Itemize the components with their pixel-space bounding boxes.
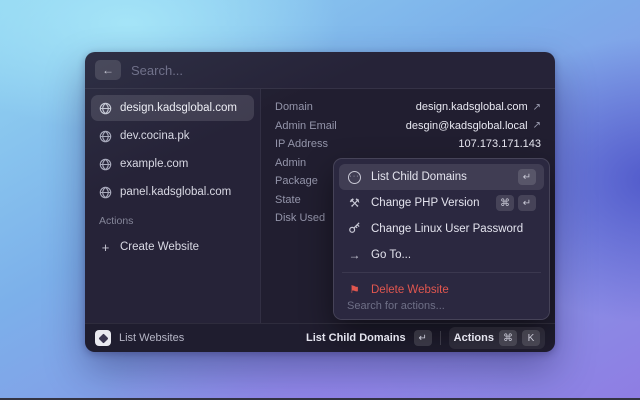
website-list: design.kadsglobal.com dev.cocina.pk exam…: [85, 89, 261, 323]
launcher-window: ← design.kadsglobal.com dev.cocina: [85, 52, 555, 352]
external-link-icon: ↗: [533, 102, 541, 113]
action-item-label: Delete Website: [371, 284, 536, 293]
action-item-label: Change PHP Version: [371, 197, 487, 209]
detail-row: IP Address 107.173.171.143: [275, 135, 541, 154]
detail-row: Domain design.kadsglobal.com ↗: [275, 98, 541, 117]
back-arrow-icon: ←: [102, 63, 114, 77]
list-item-website[interactable]: panel.kadsglobal.com: [91, 179, 254, 205]
globe-icon: [99, 130, 112, 143]
tools-icon: ⚒: [347, 196, 362, 210]
actions-popover-list: ··· List Child Domains ↵ ⚒ Change PHP Ve…: [334, 159, 549, 293]
detail-label: Admin Email: [275, 120, 337, 132]
search-input[interactable]: [131, 63, 545, 78]
cmd-key-badge: ⌘: [499, 330, 517, 346]
command-name: List Websites: [119, 332, 184, 344]
actions-popover: ··· List Child Domains ↵ ⚒ Change PHP Ve…: [333, 158, 550, 320]
enter-key-badge: ↵: [414, 330, 432, 346]
detail-value: design.kadsglobal.com: [416, 101, 528, 113]
action-item-label: Change Linux User Password: [371, 223, 536, 235]
detail-label: Package: [275, 175, 318, 187]
actions-menu-label: Actions: [454, 332, 494, 344]
menu-divider: [342, 272, 541, 273]
action-item-delete-website[interactable]: ⚑ Delete Website: [339, 277, 544, 293]
action-item-change-linux-user-password[interactable]: Change Linux User Password: [339, 216, 544, 242]
enter-key-badge: ↵: [518, 195, 536, 211]
plus-icon: +: [99, 240, 112, 255]
actions-section-label: Actions: [99, 215, 246, 227]
external-link-icon: ↗: [533, 120, 541, 131]
globe-icon: [99, 158, 112, 171]
cmd-key-badge: ⌘: [496, 195, 514, 211]
arrow-right-icon: →: [347, 248, 362, 262]
list-item-label: example.com: [120, 158, 188, 170]
k-key-badge: K: [522, 330, 540, 346]
list-item-label: design.kadsglobal.com: [120, 102, 237, 114]
detail-label: IP Address: [275, 138, 328, 150]
create-website-item[interactable]: + Create Website: [91, 234, 254, 260]
actions-search-input[interactable]: [347, 300, 536, 312]
back-button[interactable]: ←: [95, 60, 121, 80]
list-item-label: panel.kadsglobal.com: [120, 186, 231, 198]
ellipsis-circle-icon: ···: [347, 171, 362, 184]
detail-label: State: [275, 194, 301, 206]
detail-label: Admin: [275, 157, 306, 169]
action-item-change-php-version[interactable]: ⚒ Change PHP Version ⌘ ↵: [339, 190, 544, 216]
detail-label: Disk Used: [275, 212, 325, 224]
enter-key-badge: ↵: [518, 169, 536, 185]
detail-value: desgin@kadsglobal.local: [406, 120, 528, 132]
detail-value: 107.173.171.143: [458, 138, 541, 150]
action-item-label: List Child Domains: [371, 171, 509, 183]
key-icon: [347, 221, 362, 237]
list-item-label: dev.cocina.pk: [120, 130, 189, 142]
search-header: ←: [85, 52, 555, 89]
statusbar-divider: [440, 331, 441, 345]
flag-icon: ⚑: [347, 283, 362, 293]
detail-label: Domain: [275, 101, 313, 113]
list-item-website[interactable]: dev.cocina.pk: [91, 123, 254, 149]
action-item-label: Go To...: [371, 249, 536, 261]
action-item-go-to[interactable]: → Go To...: [339, 242, 544, 268]
globe-icon: [99, 102, 112, 115]
list-item-website[interactable]: example.com: [91, 151, 254, 177]
globe-icon: [99, 186, 112, 199]
status-bar: List Websites List Child Domains ↵ Actio…: [85, 323, 555, 352]
create-website-label: Create Website: [120, 241, 199, 253]
primary-action-button[interactable]: List Child Domains: [306, 332, 406, 344]
actions-search-row: [334, 293, 549, 319]
actions-menu-button[interactable]: Actions ⌘ K: [449, 327, 545, 349]
list-item-website[interactable]: design.kadsglobal.com: [91, 95, 254, 121]
action-item-list-child-domains[interactable]: ··· List Child Domains ↵: [339, 164, 544, 190]
detail-row: Admin Email desgin@kadsglobal.local ↗: [275, 117, 541, 136]
extension-icon: [95, 330, 111, 346]
